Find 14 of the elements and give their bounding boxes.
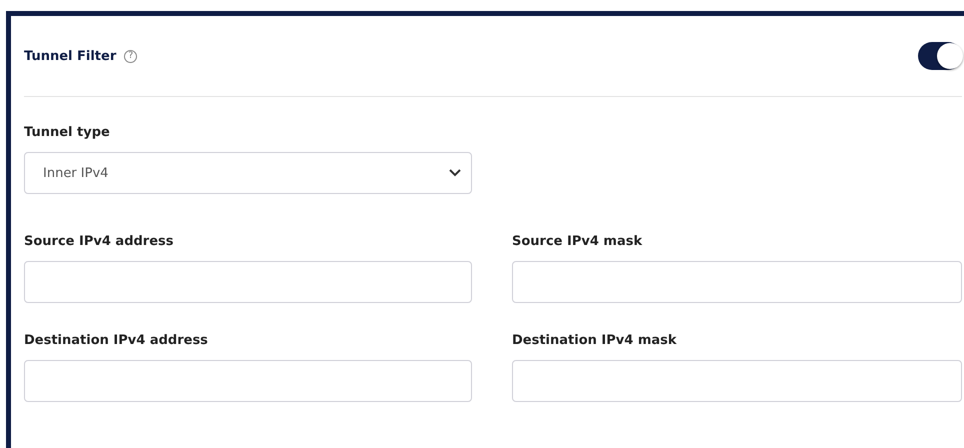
input-field[interactable] [512, 261, 962, 303]
field-label: Destination IPv4 address [24, 333, 209, 348]
chevron-down-icon [449, 169, 461, 177]
field-label: Source IPv4 mask [512, 234, 644, 249]
field-label: Source IPv4 address [24, 234, 175, 249]
toggle-switch[interactable] [918, 42, 962, 70]
help-icon[interactable]: ? [124, 50, 138, 62]
input-field[interactable] [512, 360, 962, 402]
tunnel-type-select[interactable]: Inner IPv4 [24, 152, 472, 194]
input-field[interactable] [24, 360, 472, 402]
field-label: Destination IPv4 mask [512, 333, 678, 348]
section-title: Tunnel Filter [24, 48, 116, 64]
input-field[interactable] [24, 261, 472, 303]
field-label: Tunnel type [24, 125, 111, 140]
